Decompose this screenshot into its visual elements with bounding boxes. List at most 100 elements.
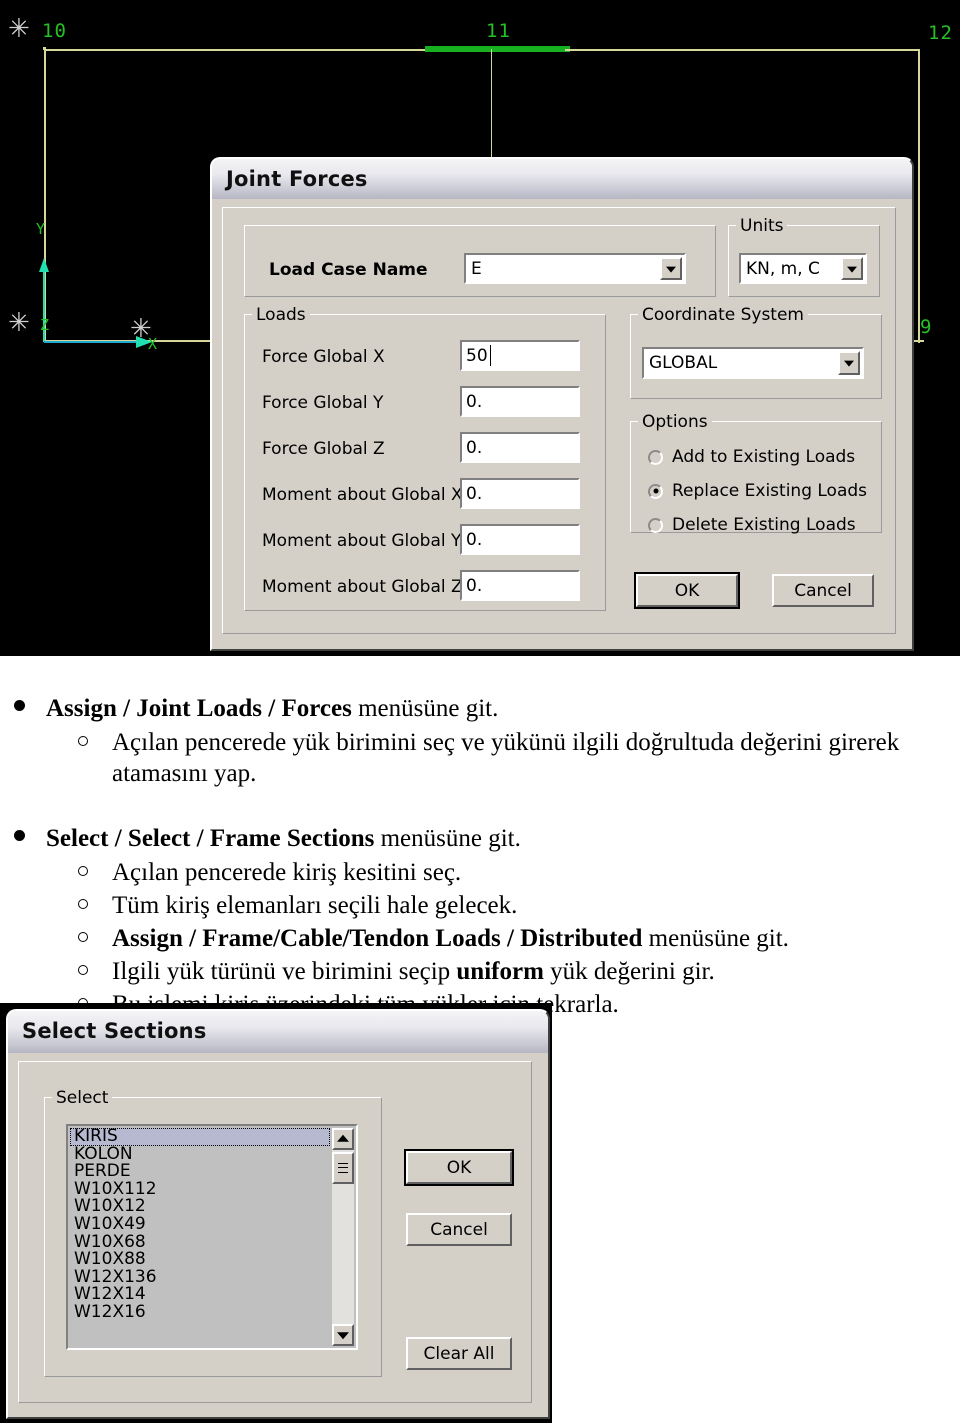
load-field-label-5: Moment about Global Z	[262, 577, 463, 597]
joint-label-11: 11	[486, 20, 511, 42]
options-group-title: Options	[638, 412, 712, 432]
instructions-list: Assign / Joint Loads / Forces menüsüne g…	[0, 656, 960, 1018]
coordinate-system-combo[interactable]: GLOBAL	[642, 347, 864, 379]
option-radio-2[interactable]: Delete Existing Loads	[648, 515, 856, 535]
joint-label-12: 12	[928, 22, 953, 44]
scroll-thumb[interactable]	[332, 1152, 354, 1184]
select-sections-titlebar[interactable]: Select Sections	[8, 1011, 548, 1053]
list-item[interactable]: W10X49	[70, 1215, 330, 1234]
radio-icon-2[interactable]	[648, 517, 663, 533]
load-case-label: Load Case Name	[269, 260, 428, 280]
load-field-input-0[interactable]: 50	[460, 340, 580, 371]
instruction-text: Açılan pencerede kiriş kesitini seç.	[112, 859, 462, 886]
select-sections-ok-button[interactable]: OK	[404, 1149, 514, 1186]
frame-beam-selected[interactable]	[425, 46, 570, 52]
coordinate-system-combo-arrow-button[interactable]	[838, 351, 860, 375]
option-radio-0[interactable]: Add to Existing Loads	[648, 447, 855, 467]
load-field-value-2: 0.	[466, 437, 483, 458]
bullet-disc-icon	[14, 700, 25, 711]
instruction-text: Assign / Joint Loads / Forces menüsüne g…	[46, 695, 499, 722]
radio-icon-0[interactable]	[648, 449, 663, 465]
restraint-glyph-bottom-left: ✳	[8, 308, 30, 338]
load-field-value-4: 0.	[466, 529, 483, 550]
cad-viewport[interactable]: ✳ ✳ ✳ Y Z X 10 11 12 9 Joint Forces Load…	[0, 0, 960, 656]
joint-forces-cancel-label: Cancel	[794, 580, 852, 601]
joint-forces-cancel-button[interactable]: Cancel	[772, 574, 874, 607]
scroll-down-button[interactable]	[332, 1324, 354, 1346]
instruction-text: Select / Select / Frame Sections menüsün…	[46, 825, 521, 852]
list-item[interactable]: KIRIS	[70, 1127, 330, 1146]
instruction-item: Assign / Frame/Cable/Tendon Loads / Dist…	[0, 924, 960, 955]
loads-group-title: Loads	[252, 305, 310, 325]
load-field-value-1: 0.	[466, 391, 483, 412]
instruction-item: Assign / Joint Loads / Forces menüsüne g…	[0, 694, 960, 725]
joint-forces-dialog[interactable]: Joint Forces Load Case Name E Units KN, …	[210, 157, 914, 651]
bullet-disc-icon	[14, 830, 25, 841]
option-radio-1[interactable]: Replace Existing Loads	[648, 481, 867, 501]
select-sections-ok-label: OK	[446, 1157, 472, 1178]
option-radio-label-1: Replace Existing Loads	[672, 481, 868, 501]
load-field-label-4: Moment about Global Y	[262, 531, 462, 551]
load-field-input-5[interactable]: 0.	[460, 570, 580, 601]
instruction-text: Açılan pencerede yük birimini seç ve yük…	[112, 729, 900, 787]
select-sections-screenshot: Select Sections Select KIRIS KOLON PERDE W1…	[0, 1003, 552, 1423]
sections-listbox[interactable]: KIRIS KOLON PERDE W10X112 W10X12 W10X49 W10X68…	[66, 1124, 358, 1350]
load-case-combo-arrow-button[interactable]	[660, 257, 682, 280]
load-field-label-0: Force Global X	[262, 347, 385, 367]
joint-forces-titlebar[interactable]: Joint Forces	[212, 159, 912, 199]
select-sections-clear-all-label: Clear All	[423, 1343, 495, 1364]
select-sections-clear-all-button[interactable]: Clear All	[406, 1337, 512, 1370]
chevron-down-icon	[337, 1332, 349, 1340]
select-group-title: Select	[52, 1088, 113, 1108]
load-field-value-0: 50	[466, 345, 488, 366]
load-case-combo[interactable]: E	[464, 253, 686, 284]
instruction-item: Ilgili yük türünü ve birimini seçip unif…	[0, 957, 960, 988]
bullet-circle-icon	[78, 932, 88, 942]
units-combo-arrow-button[interactable]	[841, 257, 863, 280]
load-case-value: E	[471, 258, 482, 279]
scroll-up-button[interactable]	[332, 1128, 354, 1150]
bullet-circle-icon	[78, 899, 88, 909]
load-field-label-2: Force Global Z	[262, 439, 385, 459]
joint-dot-10	[43, 47, 46, 50]
chevron-up-icon	[337, 1134, 349, 1142]
load-field-input-2[interactable]: 0.	[460, 432, 580, 463]
axis-triad-icon	[39, 258, 152, 348]
units-combo[interactable]: KN, m, C	[739, 253, 867, 284]
bullet-circle-icon	[78, 965, 88, 975]
axis-label-y: Y	[36, 220, 46, 238]
frame-column-right	[918, 49, 920, 343]
bullet-circle-icon	[78, 866, 88, 876]
text-caret	[490, 345, 491, 366]
load-field-input-4[interactable]: 0.	[460, 524, 580, 555]
instruction-item: Select / Select / Frame Sections menüsün…	[0, 824, 960, 855]
load-field-label-1: Force Global Y	[262, 393, 384, 413]
sections-listbox-scrollbar[interactable]	[332, 1128, 354, 1346]
chevron-down-icon	[844, 360, 854, 367]
chevron-down-icon	[666, 266, 676, 273]
instruction-text: Tüm kiriş elemanları seçili hale gelecek…	[112, 892, 518, 919]
joint-label-9: 9	[920, 316, 933, 338]
load-field-input-3[interactable]: 0.	[460, 478, 580, 509]
radio-icon-1[interactable]	[648, 483, 663, 499]
select-sections-title: Select Sections	[22, 1019, 207, 1043]
axis-label-z: Z	[40, 316, 50, 334]
option-radio-label-0: Add to Existing Loads	[672, 447, 856, 467]
instruction-text: Assign / Frame/Cable/Tendon Loads / Dist…	[112, 925, 789, 952]
axis-label-x: X	[148, 335, 158, 353]
instruction-item: Tüm kiriş elemanları seçili hale gelecek…	[0, 891, 960, 922]
coordinate-system-value: GLOBAL	[649, 353, 718, 373]
joint-forces-ok-label: OK	[674, 580, 700, 601]
instruction-item: Açılan pencerede yük birimini seç ve yük…	[0, 728, 960, 789]
joint-forces-ok-button[interactable]: OK	[634, 572, 740, 609]
joint-forces-title: Joint Forces	[226, 167, 368, 191]
list-item[interactable]: W12X16	[70, 1303, 330, 1322]
load-field-value-3: 0.	[466, 483, 483, 504]
select-sections-dialog[interactable]: Select Sections Select KIRIS KOLON PERDE W1…	[6, 1009, 550, 1419]
joint-label-10: 10	[42, 20, 67, 42]
instruction-item: Açılan pencerede kiriş kesitini seç.	[0, 858, 960, 889]
select-sections-cancel-button[interactable]: Cancel	[406, 1213, 512, 1246]
bullet-circle-icon	[78, 736, 88, 746]
sections-listbox-items: KIRIS KOLON PERDE W10X112 W10X12 W10X49 W10X68…	[70, 1127, 330, 1322]
load-field-input-1[interactable]: 0.	[460, 386, 580, 417]
